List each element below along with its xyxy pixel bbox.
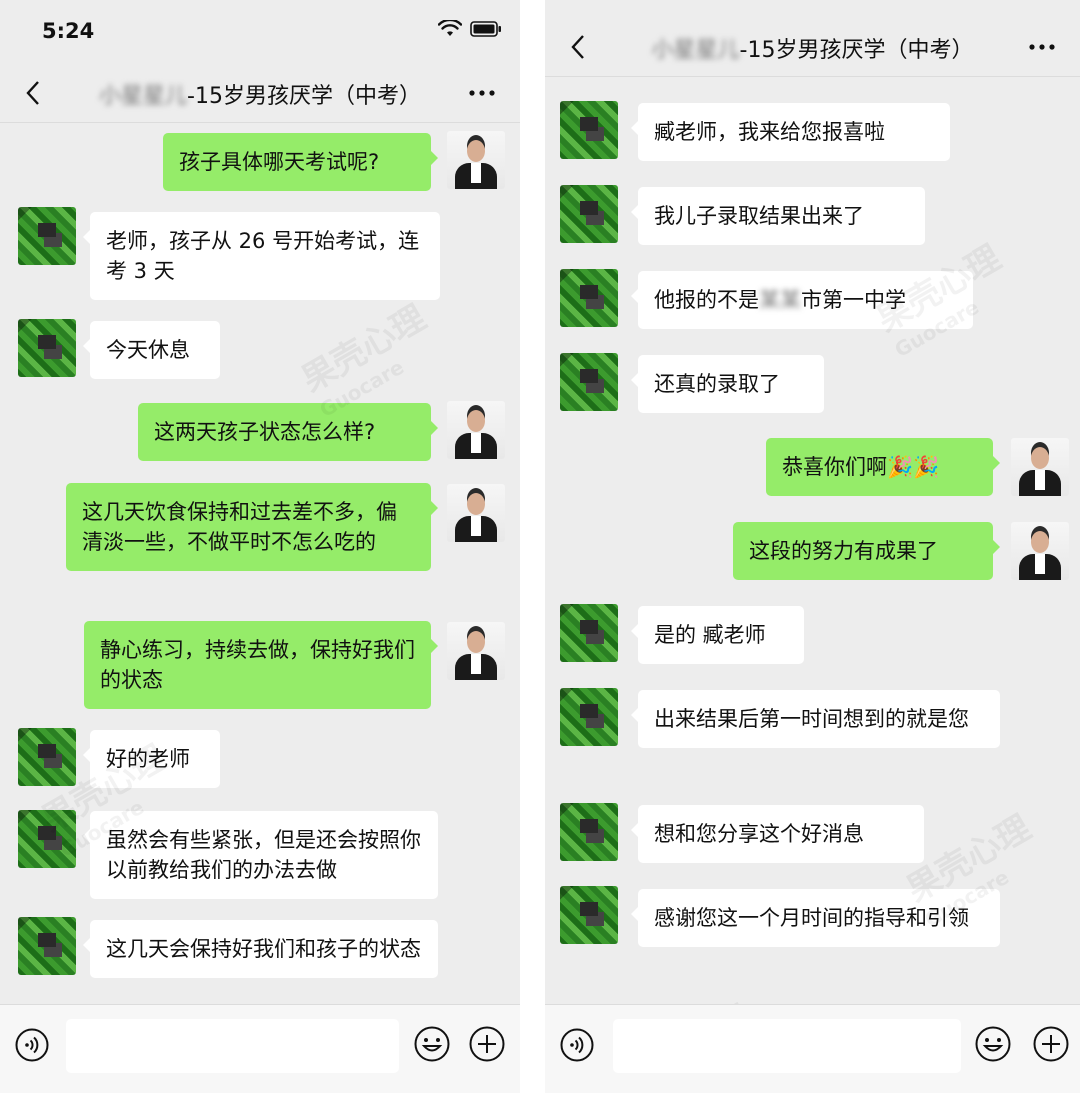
chat-screen-right: 小星星儿-15岁男孩厌学（中考） 臧老师，我来给您报喜啦 我儿子录取结果出来了 … [545, 0, 1080, 1093]
voice-icon [15, 1028, 49, 1062]
status-bar: 5:24 [0, 0, 520, 64]
voice-button[interactable] [14, 1027, 50, 1063]
chat-header: 小星星儿-15岁男孩厌学（中考） [545, 18, 1080, 77]
avatar[interactable] [18, 810, 76, 868]
chat-bubble-outgoing[interactable]: 恭喜你们啊🎉🎉 [766, 438, 1000, 496]
battery-icon [470, 21, 501, 37]
chat-title: 小星星儿-15岁男孩厌学（中考） [70, 78, 450, 110]
avatar[interactable] [447, 622, 505, 680]
emoji-button[interactable] [974, 1025, 1012, 1063]
chat-screen-left: 5:24 小星星儿-15岁男孩厌学（中考） 孩子具体哪天考试呢? 老师，孩子从 … [0, 0, 520, 1093]
chat-title: 小星星儿-15岁男孩厌学（中考） [615, 32, 1010, 64]
chat-title-text: -15岁男孩厌学（中考） [187, 84, 421, 109]
avatar[interactable] [560, 604, 618, 662]
avatar[interactable] [18, 728, 76, 786]
chat-bubble-outgoing[interactable]: 这几天饮食保持和过去差不多，偏清淡一些，不做平时不怎么吃的 [66, 483, 438, 571]
chat-bubble-outgoing[interactable]: 静心练习，持续去做，保持好我们的状态 [84, 621, 438, 709]
voice-icon [560, 1028, 594, 1062]
chat-header: 小星星儿-15岁男孩厌学（中考） [0, 64, 520, 123]
message-input[interactable] [66, 1019, 399, 1073]
more-icon [1029, 44, 1055, 50]
more-button[interactable] [1026, 32, 1058, 62]
chat-bubble-incoming[interactable]: 虽然会有些紧张，但是还会按照你以前教给我们的办法去做 [83, 811, 438, 899]
back-button[interactable] [563, 32, 593, 62]
avatar[interactable] [560, 101, 618, 159]
avatar[interactable] [560, 269, 618, 327]
avatar[interactable] [18, 319, 76, 377]
more-icon [469, 90, 495, 96]
avatar[interactable] [18, 207, 76, 265]
input-bar [545, 1004, 1080, 1093]
emoji-button[interactable] [413, 1025, 451, 1063]
avatar[interactable] [560, 803, 618, 861]
plus-button[interactable] [468, 1025, 506, 1063]
avatar[interactable] [560, 353, 618, 411]
chat-bubble-incoming[interactable]: 出来结果后第一时间想到的就是您 [631, 690, 1000, 748]
chat-bubble-outgoing[interactable]: 这两天孩子状态怎么样? [138, 403, 438, 461]
chat-bubble-outgoing[interactable]: 这段的努力有成果了 [733, 522, 1000, 580]
message-text: 市第一中学 [801, 288, 906, 312]
avatar[interactable] [1011, 438, 1069, 496]
more-button[interactable] [466, 78, 498, 108]
emoji-icon [414, 1026, 450, 1062]
avatar[interactable] [560, 886, 618, 944]
emoji-icon [975, 1026, 1011, 1062]
chat-bubble-incoming[interactable]: 是的 臧老师 [631, 606, 804, 664]
contact-name-blurred: 小星星儿 [99, 84, 188, 109]
avatar[interactable] [447, 401, 505, 459]
chat-title-text: -15岁男孩厌学（中考） [739, 38, 974, 63]
chat-bubble-incoming[interactable]: 想和您分享这个好消息 [631, 805, 924, 863]
avatar[interactable] [560, 688, 618, 746]
chat-bubble-incoming[interactable]: 我儿子录取结果出来了 [631, 187, 925, 245]
input-bar [0, 1004, 520, 1093]
avatar[interactable] [1011, 522, 1069, 580]
avatar[interactable] [447, 131, 505, 189]
chat-bubble-outgoing[interactable]: 孩子具体哪天考试呢? [163, 133, 438, 191]
chat-bubble-incoming[interactable]: 今天休息 [83, 321, 220, 379]
avatar[interactable] [447, 484, 505, 542]
chat-bubble-incoming[interactable]: 老师，孩子从 26 号开始考试，连考 3 天 [83, 212, 440, 300]
back-icon [571, 35, 584, 59]
plus-icon [469, 1026, 505, 1062]
redacted-text: 某某 [759, 288, 801, 312]
chat-bubble-incoming[interactable]: 臧老师，我来给您报喜啦 [631, 103, 950, 161]
chat-bubble-incoming[interactable]: 还真的录取了 [631, 355, 824, 413]
status-time: 5:24 [42, 19, 95, 43]
contact-name-blurred: 小星星儿 [651, 38, 740, 63]
chat-bubble-incoming[interactable]: 这几天会保持好我们和孩子的状态 [83, 920, 438, 978]
voice-button[interactable] [559, 1027, 595, 1063]
chat-bubble-incoming[interactable]: 感谢您这一个月时间的指导和引领 [631, 889, 1000, 947]
message-input[interactable] [613, 1019, 961, 1073]
back-button[interactable] [18, 78, 48, 108]
avatar[interactable] [18, 917, 76, 975]
message-text: 他报的不是 [654, 288, 759, 312]
chat-bubble-incoming[interactable]: 好的老师 [83, 730, 220, 788]
wifi-icon [438, 20, 462, 36]
avatar[interactable] [560, 185, 618, 243]
back-icon [26, 81, 39, 105]
chat-bubble-incoming[interactable]: 他报的不是某某市第一中学 [631, 271, 973, 329]
plus-icon [1033, 1026, 1069, 1062]
plus-button[interactable] [1032, 1025, 1070, 1063]
